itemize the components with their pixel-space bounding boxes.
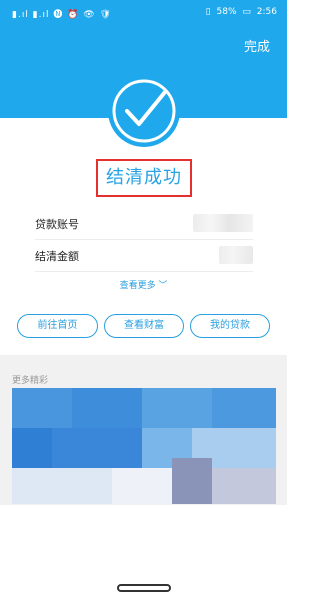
- battery-icon: ▭: [242, 7, 251, 17]
- home-indicator[interactable]: [117, 584, 171, 592]
- divider: [35, 271, 253, 272]
- view-more-link[interactable]: 查看更多 ﹀: [0, 278, 287, 291]
- banner-pixel: [52, 428, 142, 468]
- banner-pixel: [212, 388, 276, 428]
- success-title: 结清成功: [106, 167, 182, 188]
- view-wealth-button[interactable]: 查看财富: [104, 314, 184, 338]
- banner-pixel: [72, 388, 142, 428]
- banner-pixel: [12, 468, 112, 504]
- my-loans-button[interactable]: 我的贷款: [190, 314, 270, 338]
- banner-pixel: [172, 458, 212, 504]
- signal-icons: ▮.ıl ▮.ıl 🅝 ⏰ 👁 🛡: [12, 10, 112, 20]
- loan-account-label: 贷款账号: [35, 218, 79, 231]
- promo-banner[interactable]: [12, 388, 276, 504]
- banner-pixel: [112, 468, 172, 504]
- banner-pixel: [142, 388, 212, 428]
- done-button[interactable]: 完成: [244, 36, 270, 55]
- more-section-label: 更多精彩: [12, 376, 49, 386]
- battery-percent: 58%: [216, 7, 237, 17]
- go-home-button[interactable]: 前往首页: [17, 314, 98, 338]
- loan-account-row: 贷款账号: [35, 208, 253, 238]
- blurred-value: [193, 214, 253, 232]
- status-right: ▯ 58% ▭ 2:56: [203, 7, 277, 17]
- status-bar: ▮.ıl ▮.ıl 🅝 ⏰ 👁 🛡 ▯ 58% ▭ 2:56: [0, 0, 287, 26]
- banner-pixel: [12, 388, 72, 428]
- vibrate-icon: ▯: [205, 7, 211, 17]
- check-circle-icon: [107, 74, 181, 148]
- banner-pixel: [212, 468, 276, 504]
- settled-amount-label: 结清金额: [35, 250, 79, 263]
- banner-pixel: [12, 428, 52, 468]
- clock: 2:56: [256, 7, 277, 17]
- success-highlight: 结清成功: [96, 159, 192, 197]
- navigation-bar: [0, 570, 287, 606]
- settled-amount-row: 结清金额: [35, 240, 253, 270]
- blurred-value: [219, 246, 253, 264]
